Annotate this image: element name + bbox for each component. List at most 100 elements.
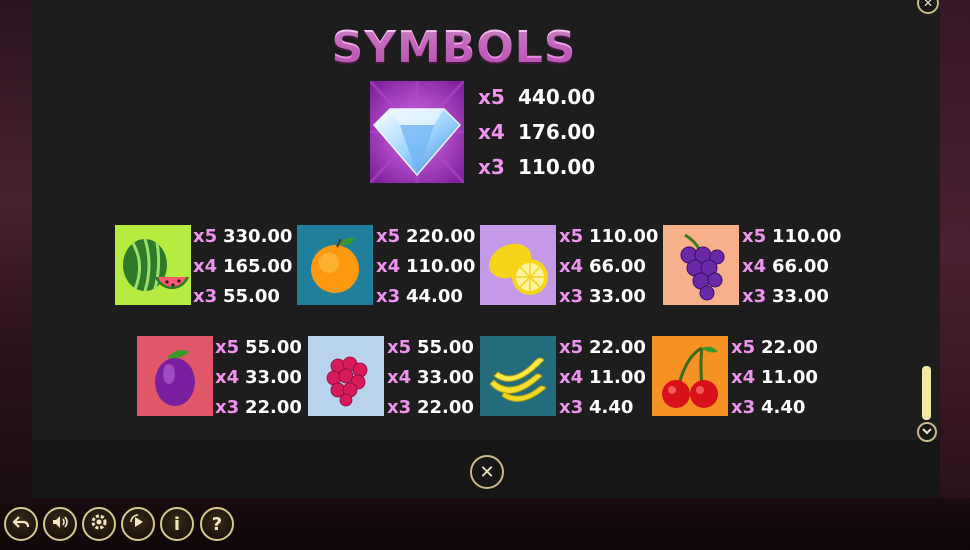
- payout-value: 66.00: [589, 256, 646, 277]
- payout-row: x3 110.00: [478, 150, 595, 185]
- multiplier: x4: [376, 256, 401, 277]
- sound-button[interactable]: [43, 507, 77, 541]
- diamond-icon: [370, 81, 464, 183]
- payout-row: x4 11.00: [731, 363, 818, 393]
- multiplier: x5: [193, 226, 218, 247]
- multiplier: x4: [559, 367, 584, 388]
- payout-row: x3 55.00: [193, 282, 292, 312]
- raspberry-icon: [308, 336, 384, 416]
- payout-value: 110.00: [518, 155, 596, 179]
- payout-value: 22.00: [245, 397, 302, 418]
- payout-value: 22.00: [589, 337, 646, 358]
- payout-row: x5 55.00: [387, 333, 474, 363]
- page-title: SYMBOLS: [324, 22, 584, 73]
- payout-value: 11.00: [761, 367, 818, 388]
- payout-value: 165.00: [223, 256, 293, 277]
- plum-paytable: x5 55.00 x4 33.00 x3 22.00: [215, 333, 302, 423]
- diamond-paytable: x5 440.00 x4 176.00 x3 110.00: [478, 80, 595, 185]
- payout-value: 110.00: [772, 226, 842, 247]
- payout-value: 4.40: [589, 397, 634, 418]
- payout-value: 33.00: [245, 367, 302, 388]
- payout-row: x3 4.40: [559, 393, 646, 423]
- payout-row: x4 11.00: [559, 363, 646, 393]
- payout-row: x4 110.00: [376, 252, 475, 282]
- plum-icon: [137, 336, 213, 416]
- payout-row: x4 66.00: [559, 252, 658, 282]
- banana-icon: [480, 336, 556, 416]
- cherry-paytable: x5 22.00 x4 11.00 x3 4.40: [731, 333, 818, 423]
- payout-row: x3 4.40: [731, 393, 818, 423]
- sound-icon: [50, 512, 70, 537]
- lemon-paytable: x5 110.00 x4 66.00 x3 33.00: [559, 222, 658, 312]
- payout-value: 110.00: [589, 226, 659, 247]
- payout-value: 330.00: [223, 226, 293, 247]
- autoplay-icon: [128, 512, 148, 537]
- multiplier: x3: [478, 155, 505, 179]
- multiplier: x4: [559, 256, 584, 277]
- payout-row: x5 55.00: [215, 333, 302, 363]
- payout-row: x4 176.00: [478, 115, 595, 150]
- back-icon: [11, 512, 31, 537]
- scroll-down-button[interactable]: [917, 422, 937, 442]
- settings-icon: [89, 512, 109, 537]
- payout-value: 55.00: [417, 337, 474, 358]
- payout-value: 440.00: [518, 85, 596, 109]
- payout-row: x5 110.00: [742, 222, 841, 252]
- multiplier: x5: [559, 337, 584, 358]
- watermelon-paytable: x5 330.00 x4 165.00 x3 55.00: [193, 222, 292, 312]
- watermelon-icon: [115, 225, 191, 305]
- orange-icon: [297, 225, 373, 305]
- payout-row: x5 330.00: [193, 222, 292, 252]
- payout-value: 55.00: [245, 337, 302, 358]
- close-icon: ✕: [479, 461, 495, 483]
- payout-value: 110.00: [406, 256, 476, 277]
- payout-row: x4 165.00: [193, 252, 292, 282]
- help-button[interactable]: ?: [200, 507, 234, 541]
- multiplier: x5: [478, 85, 505, 109]
- grapes-icon: [663, 225, 739, 305]
- payout-value: 44.00: [406, 286, 463, 307]
- multiplier: x3: [215, 397, 240, 418]
- payout-value: 4.40: [761, 397, 806, 418]
- multiplier: x4: [731, 367, 756, 388]
- multiplier: x4: [193, 256, 218, 277]
- banana-paytable: x5 22.00 x4 11.00 x3 4.40: [559, 333, 646, 423]
- multiplier: x5: [376, 226, 401, 247]
- grapes-paytable: x5 110.00 x4 66.00 x3 33.00: [742, 222, 841, 312]
- payout-value: 66.00: [772, 256, 829, 277]
- scrollbar-thumb[interactable]: [922, 366, 931, 420]
- orange-paytable: x5 220.00 x4 110.00 x3 44.00: [376, 222, 475, 312]
- multiplier: x3: [376, 286, 401, 307]
- lemon-icon: [480, 225, 556, 305]
- multiplier: x4: [387, 367, 412, 388]
- multiplier: x3: [387, 397, 412, 418]
- payout-row: x5 22.00: [559, 333, 646, 363]
- payout-row: x5 110.00: [559, 222, 658, 252]
- payout-value: 11.00: [589, 367, 646, 388]
- payout-value: 33.00: [589, 286, 646, 307]
- multiplier: x5: [215, 337, 240, 358]
- background-left: [0, 0, 32, 500]
- close-button[interactable]: ✕: [470, 455, 504, 489]
- payout-row: x5 440.00: [478, 80, 595, 115]
- scrollbar-track[interactable]: [922, 14, 934, 424]
- multiplier: x4: [215, 367, 240, 388]
- payout-value: 55.00: [223, 286, 280, 307]
- payout-row: x5 22.00: [731, 333, 818, 363]
- background-right: [940, 0, 970, 500]
- payout-row: x4 33.00: [215, 363, 302, 393]
- payout-row: x4 33.00: [387, 363, 474, 393]
- back-button[interactable]: [4, 507, 38, 541]
- payout-value: 33.00: [417, 367, 474, 388]
- multiplier: x4: [478, 120, 505, 144]
- settings-button[interactable]: [82, 507, 116, 541]
- payout-row: x3 22.00: [387, 393, 474, 423]
- autoplay-button[interactable]: [121, 507, 155, 541]
- cherry-icon: [652, 336, 728, 416]
- info-button[interactable]: i: [160, 507, 194, 541]
- payout-value: 33.00: [772, 286, 829, 307]
- help-icon: ?: [211, 513, 223, 535]
- multiplier: x5: [559, 226, 584, 247]
- payout-value: 220.00: [406, 226, 476, 247]
- multiplier: x3: [731, 397, 756, 418]
